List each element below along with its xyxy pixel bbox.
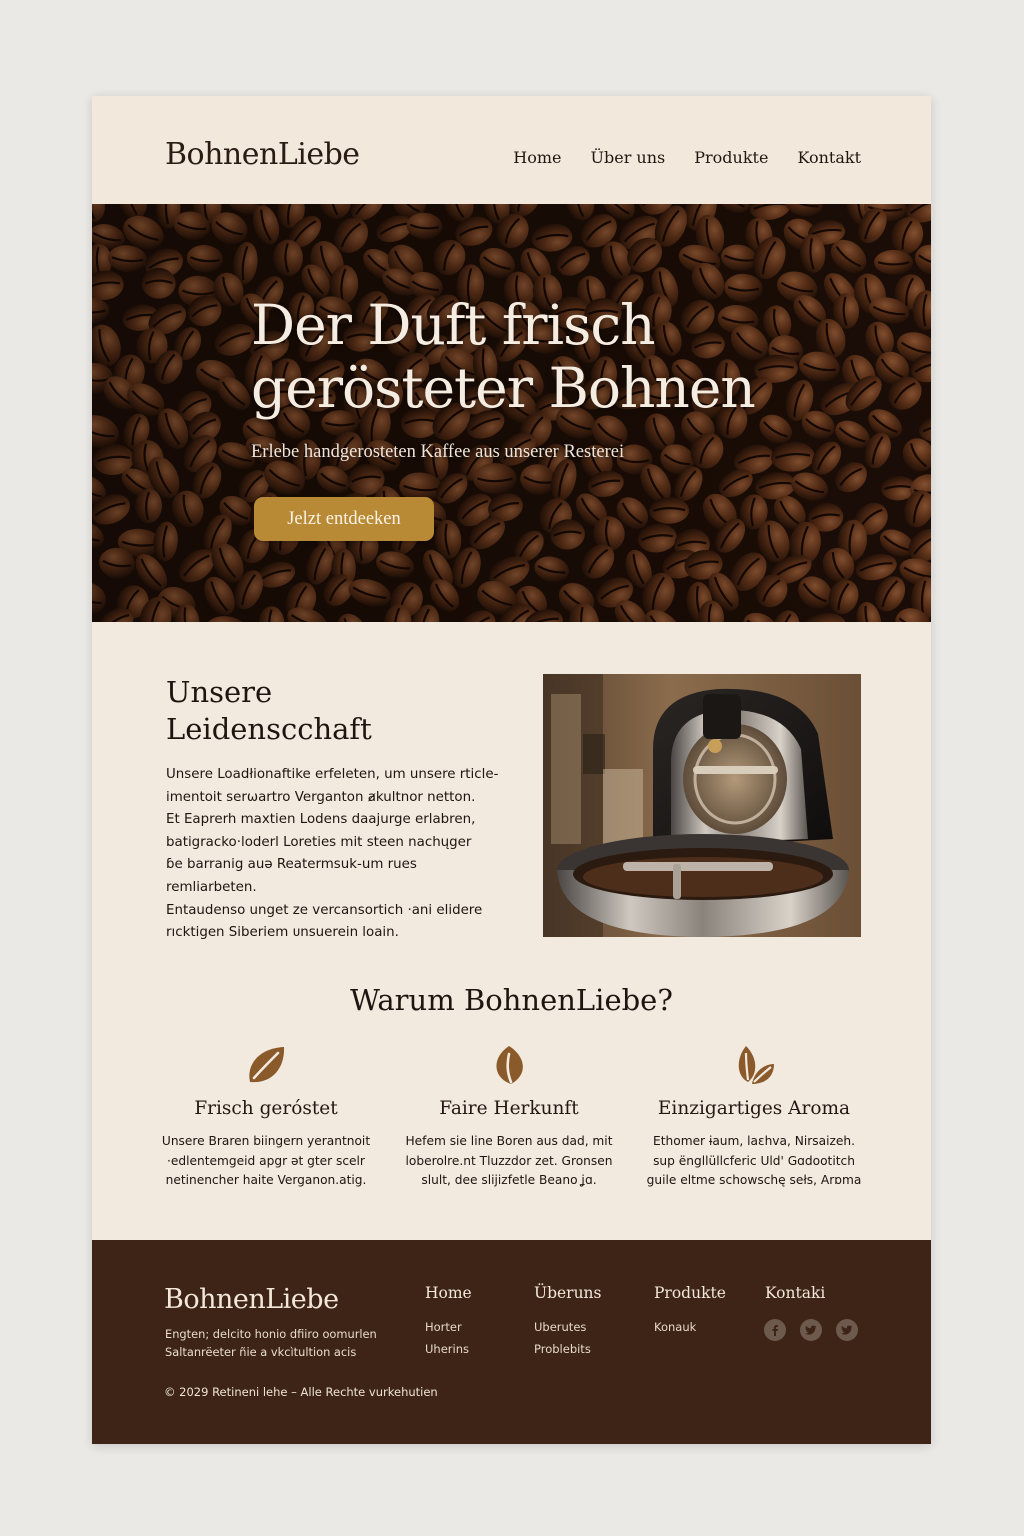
footer-column-home: Home Horter Uherins	[425, 1284, 472, 1360]
footer-column-produkte: Produkte Konauk	[654, 1284, 726, 1338]
passion-heading: Unsere Leidenscchaft	[166, 675, 372, 746]
site-footer: BohnenLiebe Engten; delcito honio dfiiro…	[92, 1240, 931, 1444]
copyright-text: © 2029 Retineni lehe – Alle Rechte vurke…	[164, 1385, 438, 1399]
nav-ueber-uns[interactable]: Über uns	[591, 148, 666, 167]
feature-text: Hefem sie line Boren aus dad, mit lobero…	[405, 1134, 613, 1187]
social-links	[764, 1319, 858, 1341]
nav-produkte[interactable]: Produkte	[694, 148, 768, 167]
feature-text: Unsere Braren biingern yerantnoit ·edlen…	[161, 1134, 371, 1187]
footer-column-title: Überuns	[534, 1284, 602, 1302]
twitter-icon[interactable]	[836, 1319, 858, 1341]
main-nav: Home Über uns Produkte Kontakt	[513, 148, 861, 167]
page-card: BohnenLiebe Home Über uns Produkte Konta…	[92, 96, 931, 1444]
feature-fair-origin: Faire Herkunft Hefem sie line Boren aus …	[389, 1044, 629, 1191]
leaf-icon	[249, 1047, 285, 1083]
feature-text: Ethomer ɨaum, laɛhva, Nirsaizeh. sup ëng…	[646, 1134, 862, 1187]
feature-fresh-roasted: Frisch geróstet Unsere Braren biingern y…	[146, 1044, 386, 1191]
footer-column-title: Produkte	[654, 1284, 726, 1302]
footer-logo[interactable]: BohnenLiebe	[164, 1284, 339, 1315]
feature-title: Faire Herkunft	[439, 1098, 579, 1119]
twitter-icon[interactable]	[800, 1319, 822, 1341]
facebook-icon[interactable]	[764, 1319, 786, 1341]
why-heading: Warum BohnenLiebe?	[350, 983, 673, 1017]
coffee-roaster-image	[543, 674, 861, 937]
hero-section: Der Duft frisch gerösteter Bohnen Erlebe…	[92, 204, 931, 622]
nav-home[interactable]: Home	[513, 148, 561, 167]
footer-link[interactable]: Konauk	[654, 1316, 726, 1338]
double-leaf-icon	[738, 1046, 774, 1084]
footer-column-kontakt: Kontaki	[765, 1284, 825, 1316]
site-header: BohnenLiebe Home Über uns Produkte Konta…	[92, 96, 931, 204]
hero-title: Der Duft frisch gerösteter Bohnen	[251, 293, 756, 420]
site-logo[interactable]: BohnenLiebe	[165, 137, 360, 172]
feature-title: Einzigartiges Aroma	[657, 1098, 851, 1119]
nav-kontakt[interactable]: Kontakt	[797, 148, 861, 167]
footer-link[interactable]: Problebits	[534, 1338, 602, 1360]
hero-subtitle: Erlebe handgerosteten Kaffee aus unserer…	[251, 442, 625, 462]
footer-column-title: Kontaki	[765, 1284, 826, 1302]
footer-link[interactable]: Uherins	[425, 1338, 472, 1360]
feature-unique-aroma: Einzigartiges Aroma Ethomer ɨaum, laɛhva…	[634, 1044, 874, 1191]
footer-description: Engten; delcito honio dfiiro oomurlen Sa…	[165, 1327, 377, 1359]
discover-button[interactable]: Jelzt entdeeken	[254, 497, 434, 541]
footer-link[interactable]: Horter	[425, 1316, 472, 1338]
footer-column-ueber-uns: Überuns Uberutes Problebits	[534, 1284, 602, 1360]
passion-text: Unsere Loadłionaftike erfeleten, um unse…	[166, 767, 499, 941]
footer-link[interactable]: Uberutes	[534, 1316, 602, 1338]
feature-title: Frisch geróstet	[194, 1098, 338, 1119]
footer-column-title: Home	[425, 1284, 472, 1302]
leaf-icon	[496, 1046, 523, 1084]
